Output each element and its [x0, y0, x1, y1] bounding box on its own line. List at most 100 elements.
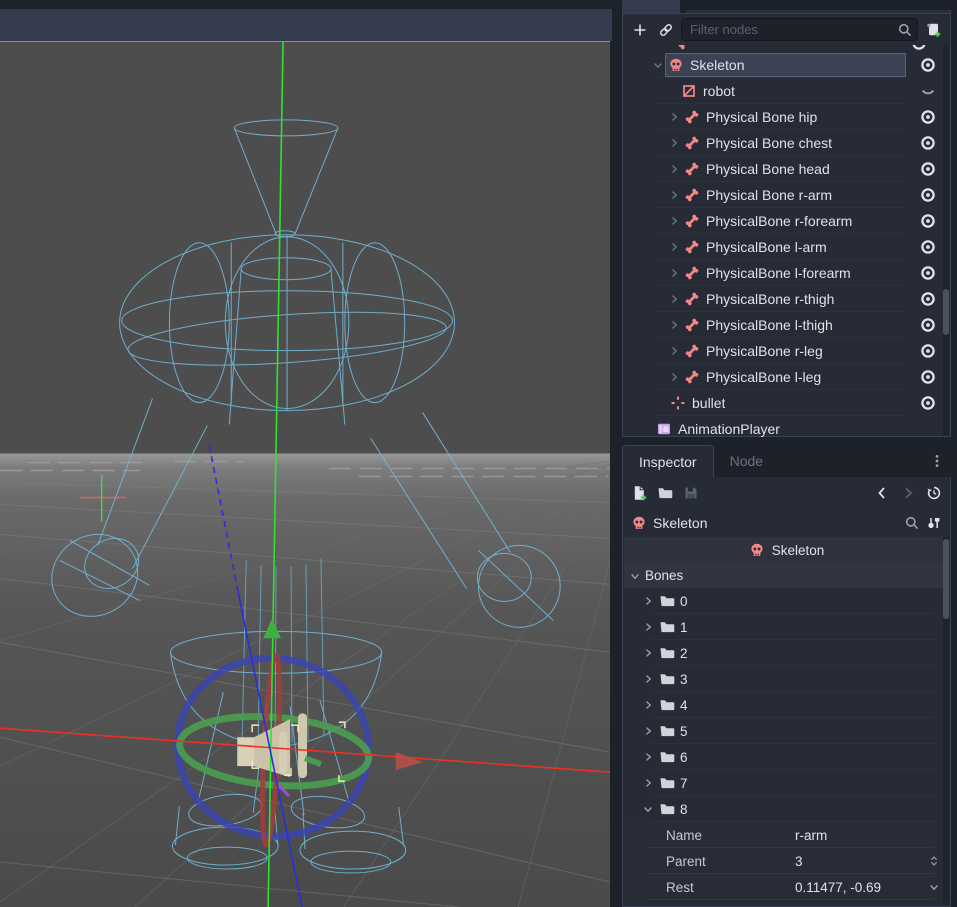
bone-group-row[interactable]: 1	[624, 614, 949, 640]
expand-arrow[interactable]	[642, 673, 654, 685]
visibility-toggle[interactable]	[920, 291, 936, 307]
3d-viewport[interactable]	[0, 41, 610, 907]
visibility-toggle[interactable]	[920, 265, 936, 281]
bone-group-row[interactable]: 4	[624, 692, 949, 718]
load-resource-icon[interactable]	[657, 485, 673, 501]
expand-arrow[interactable]	[667, 318, 681, 332]
node-type-icon	[684, 265, 700, 281]
visibility-toggle[interactable]	[920, 239, 936, 255]
tree-row[interactable]: PhysicalBone r-forearm	[623, 208, 950, 234]
history-icon[interactable]	[926, 485, 942, 501]
history-back-icon[interactable]	[874, 485, 890, 501]
section-bones[interactable]: Bones	[624, 563, 949, 588]
expand-arrow[interactable]	[642, 777, 654, 789]
tree-row[interactable]: PhysicalBone r-leg	[623, 338, 950, 364]
bone-group-row[interactable]: 3	[624, 666, 949, 692]
search-properties-icon[interactable]	[904, 515, 920, 531]
visibility-toggle[interactable]	[920, 317, 936, 333]
history-forward-icon[interactable]	[900, 485, 916, 501]
visibility-toggle[interactable]	[920, 213, 936, 229]
viewport-canvas[interactable]	[0, 42, 610, 907]
expand-arrow[interactable]	[642, 595, 654, 607]
tree-row[interactable]: Physical Bone head	[623, 156, 950, 182]
tab-inspector[interactable]: Inspector	[622, 445, 714, 477]
expand-arrow[interactable]	[642, 699, 654, 711]
visibility-toggle[interactable]	[920, 343, 936, 359]
folder-icon	[659, 619, 675, 635]
expand-arrow[interactable]	[667, 110, 681, 124]
attach-script-button[interactable]	[922, 19, 944, 41]
expand-arrow[interactable]	[667, 344, 681, 358]
scene-tree-scrollbar[interactable]	[943, 45, 949, 436]
tree-row[interactable]: PhysicalBone l-forearm	[623, 260, 950, 286]
tree-row[interactable]: Skeleton	[623, 52, 950, 78]
visibility-toggle[interactable]	[920, 83, 936, 99]
visibility-toggle[interactable]	[920, 57, 936, 73]
tree-row[interactable]: robot	[623, 78, 950, 104]
tree-row[interactable]: PhysicalBone l-thigh	[623, 312, 950, 338]
property-value[interactable]: 0.11477, -0.69	[795, 880, 919, 895]
visibility-toggle[interactable]	[920, 161, 936, 177]
inspector-header: Skeleton	[624, 537, 949, 563]
save-resource-icon[interactable]	[683, 485, 699, 501]
visibility-toggle[interactable]	[920, 187, 936, 203]
expand-arrow[interactable]	[642, 803, 654, 815]
bone-index-label: 0	[680, 594, 688, 609]
tools-icon[interactable]	[926, 515, 942, 531]
expand-arrow[interactable]	[667, 214, 681, 228]
expand-arrow[interactable]	[642, 751, 654, 763]
expand-arrow[interactable]	[642, 725, 654, 737]
tree-row[interactable]: PhysicalBone r-thigh	[623, 286, 950, 312]
filter-nodes-input[interactable]	[681, 18, 918, 41]
property-value[interactable]: 3	[795, 854, 919, 869]
tree-row[interactable]: PhysicalBone l-leg	[623, 364, 950, 390]
scene-tree: Skeleton robot	[623, 45, 950, 437]
tree-row[interactable]: PhysicalBone l-arm	[623, 234, 950, 260]
expand-arrow[interactable]	[642, 621, 654, 633]
visibility-toggle[interactable]	[920, 395, 936, 411]
tree-row[interactable]: Physical Bone chest	[623, 130, 950, 156]
visibility-toggle[interactable]	[920, 135, 936, 151]
property-row: Rest 0.11477, -0.69	[624, 874, 949, 900]
expand-arrow[interactable]	[667, 266, 681, 280]
inspected-node-bar: Skeleton	[623, 509, 950, 537]
expand-arrow[interactable]	[667, 292, 681, 306]
expand-arrow[interactable]	[667, 136, 681, 150]
node-label: PhysicalBone l-arm	[706, 239, 827, 255]
tree-row[interactable]: bullet	[623, 390, 950, 416]
bone-group-row[interactable]: 0	[624, 588, 949, 614]
tab-node[interactable]: Node	[714, 445, 779, 477]
expand-arrow[interactable]	[667, 162, 681, 176]
bone-group-row[interactable]: 8	[624, 796, 949, 822]
add-node-button[interactable]	[629, 19, 651, 41]
node-type-icon	[684, 161, 700, 177]
inspector-scrollbar[interactable]	[943, 537, 949, 903]
scrollbar-thumb[interactable]	[943, 289, 949, 335]
expand-arrow[interactable]	[667, 370, 681, 384]
bone-group-row[interactable]: 7	[624, 770, 949, 796]
instance-scene-button[interactable]	[655, 19, 677, 41]
node-type-icon	[684, 291, 700, 307]
tree-row[interactable]: AnimationPlayer	[623, 416, 950, 437]
expand-arrow[interactable]	[651, 58, 665, 72]
bone-group-row[interactable]: 5	[624, 718, 949, 744]
expand-arrow[interactable]	[642, 647, 654, 659]
tree-row[interactable]: Physical Bone hip	[623, 104, 950, 130]
node-label: PhysicalBone r-thigh	[706, 291, 834, 307]
property-value[interactable]: r-arm	[795, 828, 949, 843]
expand-arrow[interactable]	[667, 240, 681, 254]
bone-group-row[interactable]: 2	[624, 640, 949, 666]
tree-row[interactable]: Physical Bone r-arm	[623, 182, 950, 208]
node-label: PhysicalBone l-forearm	[706, 265, 851, 281]
visibility-toggle[interactable]	[920, 109, 936, 125]
visibility-toggle[interactable]	[920, 369, 936, 385]
bone-group-row[interactable]: 6	[624, 744, 949, 770]
tab-menu-button[interactable]	[929, 453, 945, 469]
skull-icon	[631, 515, 647, 531]
new-resource-icon[interactable]	[631, 485, 647, 501]
property-row: Name r-arm	[624, 822, 949, 848]
expand-arrow[interactable]	[667, 188, 681, 202]
right-dock: Skeleton robot	[612, 0, 957, 907]
scrollbar-thumb[interactable]	[943, 539, 949, 619]
node-type-icon	[684, 369, 700, 385]
